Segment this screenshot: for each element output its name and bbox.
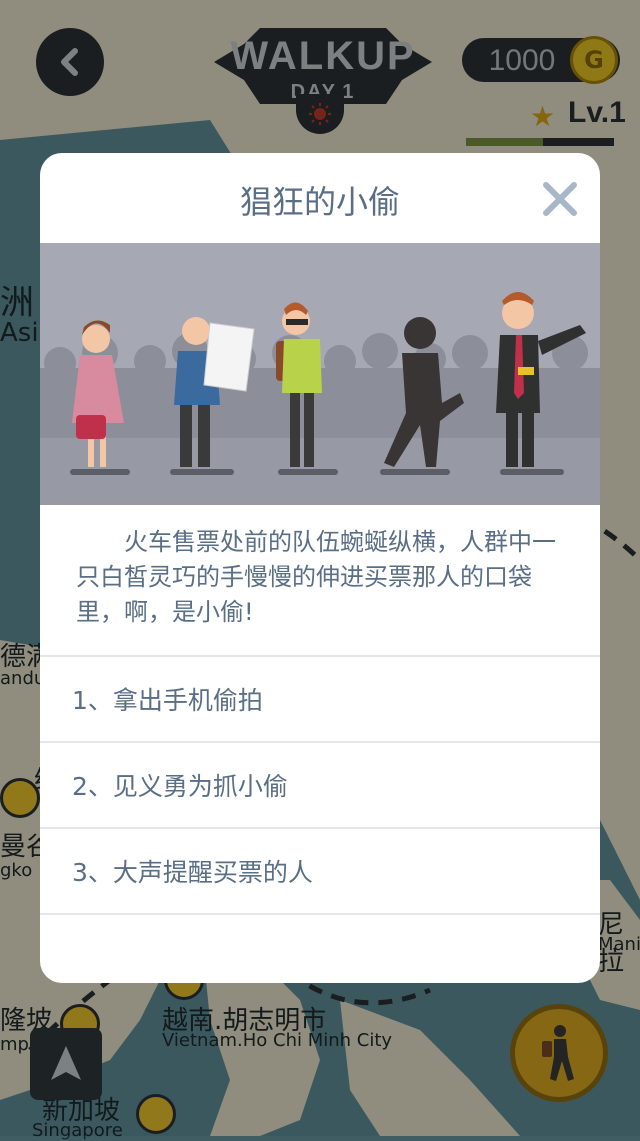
dialog-title: 猖狂的小偷 (239, 183, 400, 221)
dialog-header: 猖狂的小偷 (40, 153, 600, 243)
story-illustration (40, 243, 600, 505)
option-divider (40, 913, 600, 915)
event-dialog: 猖狂的小偷 火车售票处前的队伍蜿蜒纵横，人群中一只白皙灵巧的手慢慢的伸进买票那人… (40, 153, 600, 983)
close-icon (543, 182, 577, 216)
option-3-button[interactable]: 3、大声提醒买票的人 (40, 829, 600, 913)
option-label: 2、见义勇为抓小偷 (72, 772, 288, 801)
close-button[interactable] (540, 179, 580, 219)
story-text: 火车售票处前的队伍蜿蜒纵横，人群中一只白皙灵巧的手慢慢的伸进买票那人的口袋里，啊… (76, 528, 556, 626)
option-2-button[interactable]: 2、见义勇为抓小偷 (40, 743, 600, 827)
option-label: 1、拿出手机偷拍 (72, 686, 263, 715)
option-1-button[interactable]: 1、拿出手机偷拍 (40, 657, 600, 741)
option-label: 3、大声提醒买票的人 (72, 858, 313, 887)
